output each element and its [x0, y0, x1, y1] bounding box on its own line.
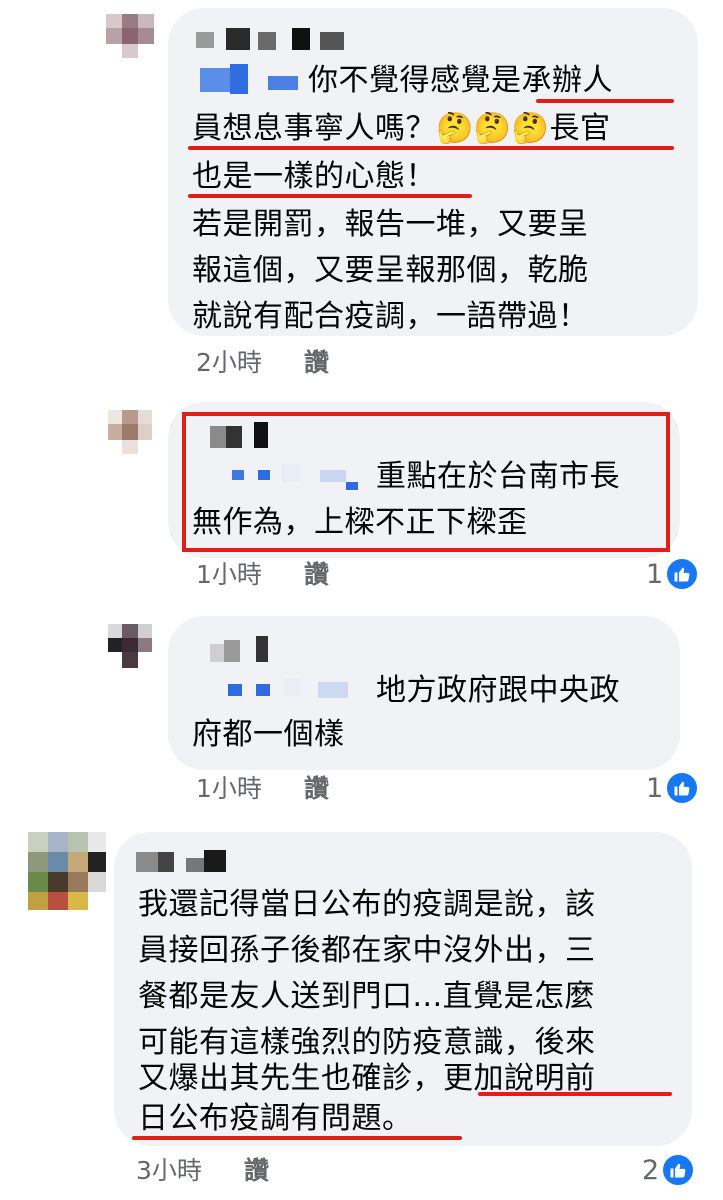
- avatar[interactable]: [28, 832, 106, 910]
- avatar[interactable]: [108, 624, 152, 668]
- comment-text-line: 也是一樣的心態！: [192, 159, 436, 194]
- comment-meta: 3小時 讚: [136, 1156, 336, 1186]
- timestamp[interactable]: 3小時: [136, 1156, 202, 1185]
- highlight-underline: [536, 99, 674, 103]
- highlight-underline: [132, 1136, 462, 1140]
- timestamp[interactable]: 1小時: [196, 560, 262, 589]
- comment-text-line: 你不覺得感覺是承辦人: [308, 63, 613, 98]
- like-button[interactable]: 讚: [304, 774, 329, 804]
- commenter-name[interactable]: [136, 846, 236, 876]
- like-button[interactable]: 讚: [304, 348, 329, 378]
- thumbs-up-icon: [661, 1153, 696, 1187]
- avatar[interactable]: [106, 14, 154, 58]
- comment-text-line: 報這個，又要呈報那個，乾脆: [192, 253, 589, 288]
- highlight-underline: [478, 1092, 672, 1096]
- comment-text-line: 餐都是友人送到門口...直覺是怎麼: [138, 979, 596, 1014]
- highlight-underline: [188, 194, 472, 198]
- comment-text-line: 日公布疫調有問題。: [138, 1101, 413, 1136]
- thumbs-up-icon: [665, 771, 700, 805]
- reaction-summary[interactable]: 1: [646, 771, 700, 805]
- comment-text-line: 我還記得當日公布的疫調是說，該: [138, 887, 596, 922]
- reaction-count: 1: [646, 772, 664, 804]
- comment-text-line: 就說有配合疫調，一語帶過！: [192, 299, 589, 334]
- commenter-name[interactable]: [196, 28, 356, 54]
- comment-text-line: 地方政府跟中央政: [376, 673, 620, 708]
- reaction-count: 1: [646, 558, 664, 590]
- timestamp[interactable]: 2小時: [196, 348, 262, 377]
- reaction-summary[interactable]: 1: [646, 557, 700, 591]
- comment-text-line: 若是開罰，報告一堆，又要呈: [192, 207, 589, 242]
- thumbs-up-icon: [665, 557, 700, 591]
- comment-meta: 1小時 讚: [196, 560, 396, 590]
- highlight-box: [182, 412, 670, 552]
- comment-meta: 1小時 讚: [196, 774, 396, 804]
- like-button[interactable]: 讚: [304, 560, 329, 590]
- timestamp[interactable]: 1小時: [196, 774, 262, 803]
- reaction-summary[interactable]: 2: [642, 1153, 696, 1187]
- reaction-count: 2: [642, 1154, 660, 1186]
- avatar[interactable]: [108, 410, 152, 454]
- comment-meta: 2小時 讚: [196, 348, 396, 378]
- comment-text-line: 府都一個樣: [192, 717, 345, 752]
- highlight-underline: [188, 146, 674, 150]
- commenter-name[interactable]: [196, 636, 286, 666]
- comment-text-line: 員接回孫子後都在家中沒外出，三: [138, 933, 596, 968]
- tagged-user[interactable]: [196, 62, 306, 96]
- comment-text-line: 員想息事寧人嗎？🤔🤔🤔長官: [192, 111, 611, 146]
- tagged-user[interactable]: [224, 676, 374, 706]
- like-button[interactable]: 讚: [244, 1156, 269, 1186]
